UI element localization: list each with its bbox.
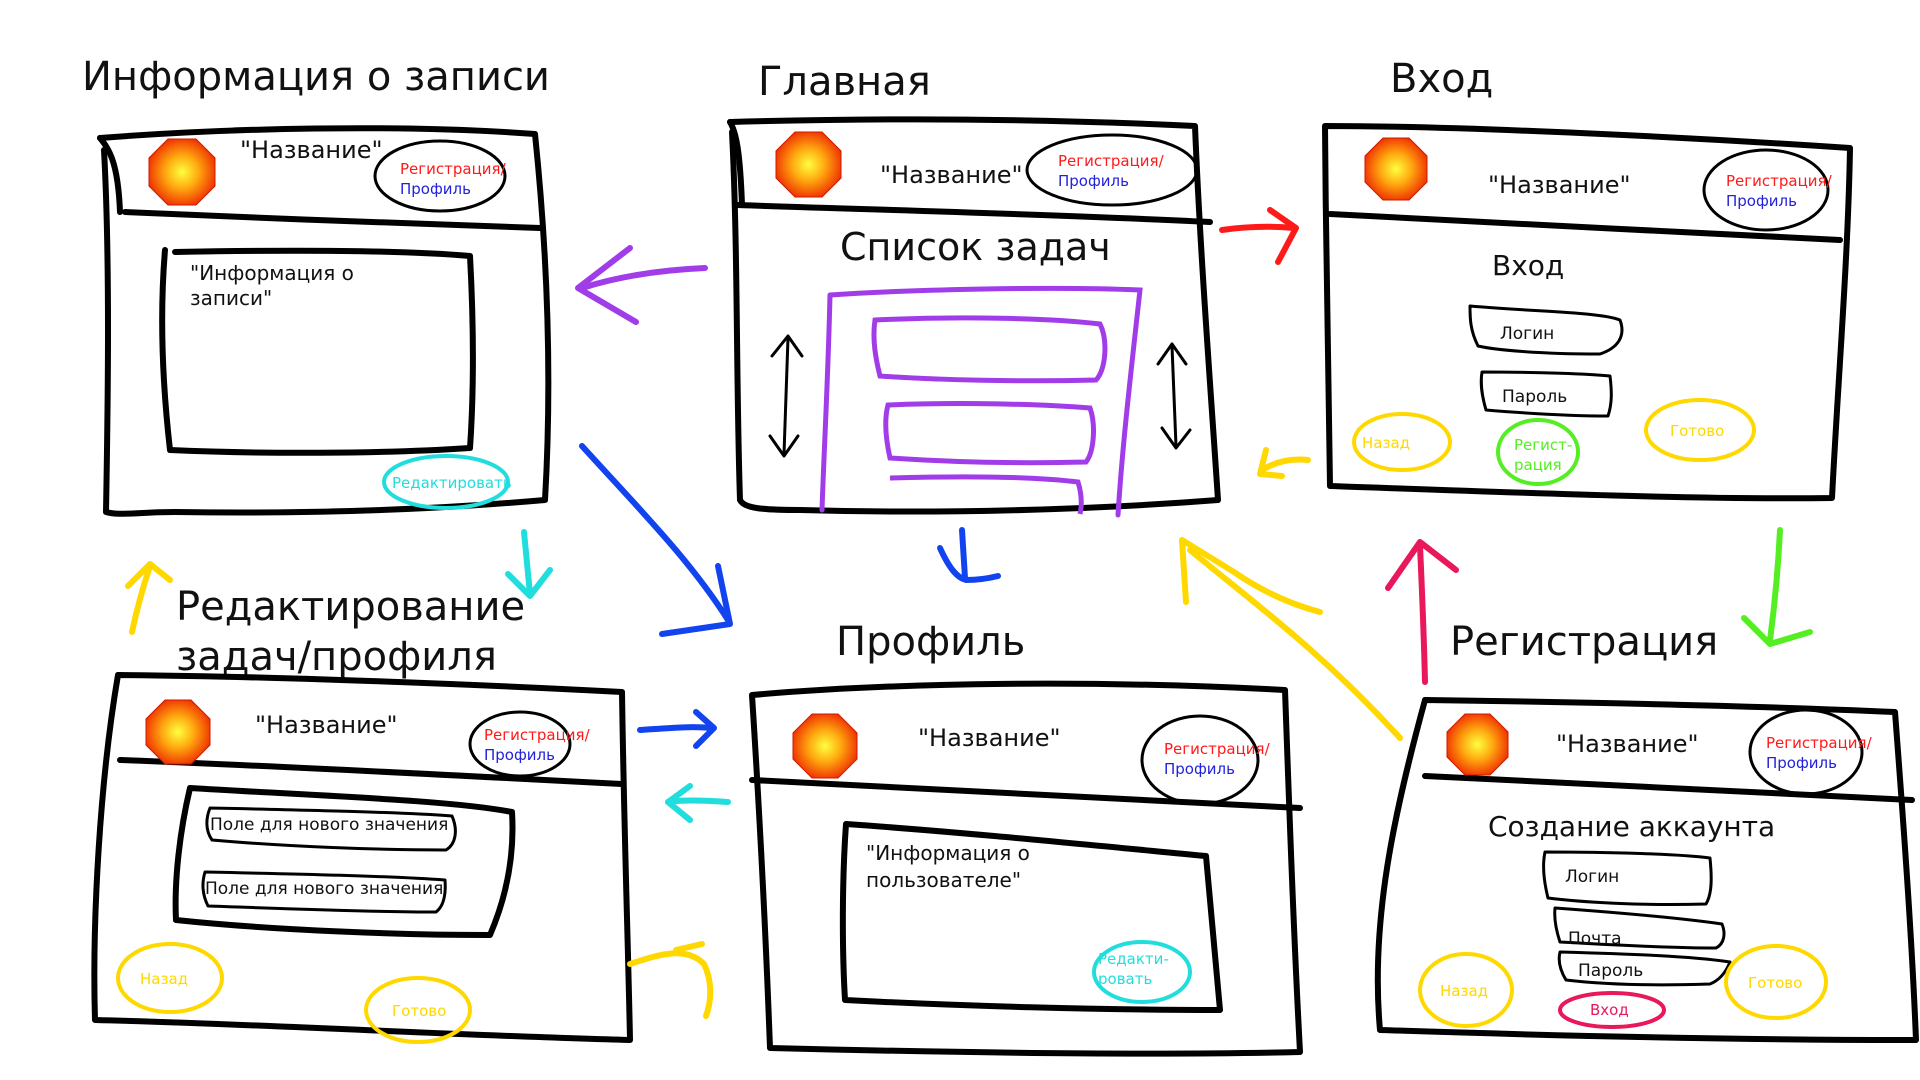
logo-icon: [1446, 713, 1509, 776]
new-value-field-label: Поле для нового значения: [205, 879, 443, 899]
diagram-canvas: Информация о записи Главная Вход Редакти…: [82, 54, 1919, 1057]
password-field-label: Пароль: [1502, 387, 1567, 407]
record-info-text-line1: "Информация о: [190, 261, 354, 285]
arrow-login-to-main: [1257, 447, 1311, 479]
profile-link[interactable]: Профиль: [1766, 754, 1837, 772]
logo-icon: [792, 713, 858, 779]
register-link[interactable]: Регистрация/: [400, 160, 507, 178]
register-link[interactable]: Регистрация/: [1766, 734, 1873, 752]
profile-link[interactable]: Профиль: [400, 180, 471, 198]
profile-text-line1: "Информация о: [866, 841, 1030, 865]
done-button[interactable]: Готово: [392, 1002, 446, 1020]
edit-button-line1[interactable]: Редакти-: [1098, 950, 1169, 968]
task-item[interactable]: [883, 401, 1096, 466]
login-title: Вход: [1390, 56, 1493, 102]
arrow-main-to-profile: [937, 527, 1001, 583]
arrow-main-to-login: [1219, 207, 1299, 265]
profile-link[interactable]: Профиль: [1726, 192, 1797, 210]
profile-link[interactable]: Профиль: [1058, 172, 1129, 190]
arrow-registration-to-login: [1385, 539, 1459, 685]
register-link[interactable]: Регистрация/: [1164, 740, 1271, 758]
edit-button-line2[interactable]: ровать: [1098, 970, 1152, 988]
edit-screen: "Название" Регистрация/ Профиль Поле для…: [91, 672, 633, 1044]
arrow-profile-to-edit: [665, 783, 731, 823]
auth-oval[interactable]: [1748, 708, 1864, 796]
done-button[interactable]: Готово: [1748, 974, 1802, 992]
create-account-heading: Создание аккаунта: [1488, 810, 1775, 843]
back-button[interactable]: Назад: [1362, 434, 1410, 452]
logo-icon: [775, 131, 842, 198]
wireframe-diagram: Информация о записи Главная Вход Редакти…: [0, 0, 1920, 1080]
app-name: "Название": [255, 711, 398, 739]
app-name: "Название": [240, 136, 383, 164]
logo-icon: [148, 138, 216, 206]
profile-screen: "Название" Регистрация/ Профиль "Информа…: [749, 680, 1303, 1057]
auth-oval[interactable]: [1702, 148, 1830, 232]
profile-title: Профиль: [836, 619, 1025, 665]
arrow-record-info-to-profile: [579, 443, 733, 637]
scroll-arrow-icon[interactable]: [768, 334, 804, 458]
record-info-title: Информация о записи: [82, 54, 550, 100]
new-value-field-label: Поле для нового значения: [210, 815, 448, 835]
arrow-edit-to-record-info: [125, 561, 173, 635]
task-item[interactable]: [871, 315, 1108, 384]
login-screen: "Название" Регистрация/ Профиль Вход Лог…: [1322, 123, 1853, 502]
login-field-label: Логин: [1500, 324, 1554, 344]
app-name: "Название": [880, 161, 1023, 189]
login-heading: Вход: [1492, 249, 1564, 282]
profile-link[interactable]: Профиль: [484, 746, 555, 764]
app-name: "Название": [918, 724, 1061, 752]
edit-title-line2: задач/профиля: [176, 634, 497, 680]
profile-text-line2: пользователе": [866, 868, 1021, 892]
task-list-heading: Список задач: [840, 225, 1111, 269]
auth-oval[interactable]: [1025, 133, 1199, 207]
edit-title-line1: Редактирование: [176, 584, 525, 630]
arrow-edit-done-to-profile: [627, 941, 714, 1019]
back-button[interactable]: Назад: [1440, 982, 1488, 1000]
done-button[interactable]: Готово: [1670, 422, 1724, 440]
arrow-edit-to-profile: [637, 709, 717, 749]
scroll-arrow-icon[interactable]: [1156, 342, 1192, 450]
record-info-text-line2: записи": [190, 286, 272, 310]
arrow-main-to-record-info: [575, 245, 708, 325]
arrow-registration-to-main: [1179, 537, 1403, 741]
profile-link[interactable]: Профиль: [1164, 760, 1235, 778]
app-name: "Название": [1488, 171, 1631, 199]
register-link[interactable]: Регистрация/: [1058, 152, 1165, 170]
login-button[interactable]: Вход: [1590, 1001, 1629, 1019]
arrow-login-to-registration: [1741, 527, 1813, 647]
email-field-label: Почта: [1568, 929, 1622, 949]
record-info-screen: "Название" Регистрация/ Профиль "Информа…: [97, 125, 552, 517]
auth-oval[interactable]: [468, 710, 572, 778]
register-link[interactable]: Регистрация/: [1726, 172, 1833, 190]
register-button-line2[interactable]: рация: [1514, 456, 1562, 474]
back-button[interactable]: Назад: [140, 970, 188, 988]
registration-title: Регистрация: [1450, 619, 1718, 665]
register-button-line1[interactable]: Регист-: [1514, 436, 1572, 454]
logo-icon: [145, 699, 211, 765]
main-title: Главная: [758, 59, 931, 105]
main-screen: "Название" Регистрация/ Профиль Список з…: [727, 116, 1221, 518]
login-field-label: Логин: [1565, 867, 1619, 887]
edit-button[interactable]: Редактировать: [392, 474, 512, 492]
password-field-label: Пароль: [1578, 961, 1643, 981]
register-link[interactable]: Регистрация/: [484, 726, 591, 744]
registration-screen: "Название" Регистрация/ Профиль Создание…: [1374, 697, 1919, 1043]
app-name: "Название": [1556, 730, 1699, 758]
logo-icon: [1364, 137, 1428, 201]
